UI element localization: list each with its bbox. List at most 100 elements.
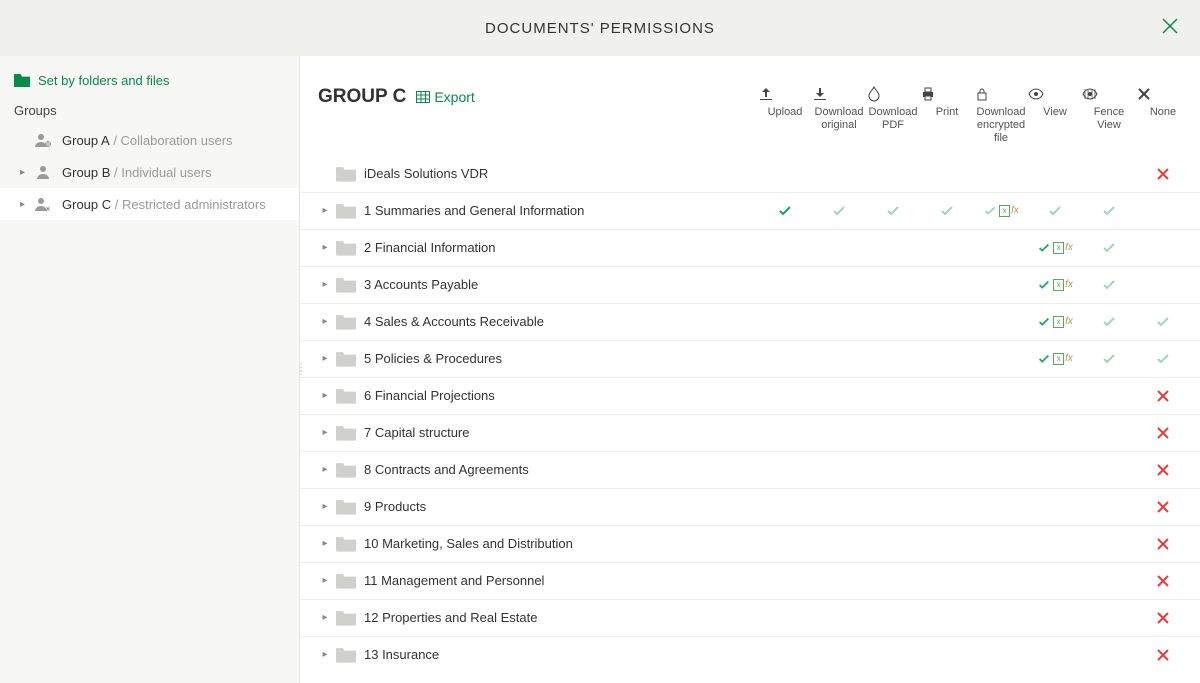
- perm-cell[interactable]: [812, 304, 866, 340]
- perm-cell[interactable]: [866, 489, 920, 525]
- perm-column-header-download_encrypted[interactable]: Downloadencrypted file: [974, 86, 1028, 146]
- expand-icon[interactable]: ▸: [318, 279, 332, 290]
- perm-column-header-fence_view[interactable]: FenceView: [1082, 86, 1136, 146]
- perm-cell[interactable]: [974, 600, 1028, 636]
- perm-cell[interactable]: [812, 230, 866, 266]
- perm-cell[interactable]: [974, 563, 1028, 599]
- perm-column-header-download_original[interactable]: Downloadoriginal: [812, 86, 866, 146]
- perm-cell[interactable]: [866, 267, 920, 303]
- perm-cell[interactable]: [758, 489, 812, 525]
- perm-cell[interactable]: [1136, 230, 1190, 266]
- perm-cell[interactable]: [866, 378, 920, 414]
- sidebar-group-item[interactable]: ▸Group B / Individual users: [0, 156, 299, 188]
- folder-row[interactable]: ▸5 Policies & Proceduresxfx: [300, 340, 1200, 377]
- folder-row[interactable]: ▸8 Contracts and Agreements: [300, 451, 1200, 488]
- perm-cell[interactable]: [1082, 304, 1136, 340]
- perm-column-header-none[interactable]: None: [1136, 86, 1190, 146]
- expand-icon[interactable]: ▸: [20, 199, 30, 210]
- perm-cell[interactable]: [920, 637, 974, 673]
- perm-cell[interactable]: [974, 341, 1028, 377]
- perm-cell[interactable]: [974, 489, 1028, 525]
- perm-cell[interactable]: [974, 526, 1028, 562]
- folder-row[interactable]: ▸6 Financial Projections: [300, 377, 1200, 414]
- sidebar-group-item[interactable]: ▸Group C / Restricted administrators: [0, 188, 299, 220]
- expand-icon[interactable]: ▸: [318, 316, 332, 327]
- perm-cell[interactable]: [812, 341, 866, 377]
- folder-row[interactable]: ▸3 Accounts Payablexfx: [300, 266, 1200, 303]
- perm-cell[interactable]: [812, 267, 866, 303]
- folder-row[interactable]: ▸11 Management and Personnel: [300, 562, 1200, 599]
- perm-cell[interactable]: [1136, 304, 1190, 340]
- perm-cell[interactable]: [758, 304, 812, 340]
- expand-icon[interactable]: ▸: [318, 205, 332, 216]
- perm-cell[interactable]: [974, 267, 1028, 303]
- perm-cell[interactable]: [1136, 415, 1190, 451]
- perm-cell[interactable]: [974, 378, 1028, 414]
- perm-cell[interactable]: [1136, 526, 1190, 562]
- perm-cell[interactable]: [812, 156, 866, 192]
- perm-cell[interactable]: [974, 304, 1028, 340]
- perm-cell[interactable]: [1082, 267, 1136, 303]
- close-icon[interactable]: [1158, 14, 1182, 38]
- perm-cell[interactable]: [866, 600, 920, 636]
- perm-cell[interactable]: [1082, 563, 1136, 599]
- folder-row[interactable]: ▸9 Products: [300, 488, 1200, 525]
- perm-cell[interactable]: [974, 415, 1028, 451]
- perm-cell[interactable]: [866, 230, 920, 266]
- perm-cell[interactable]: [1028, 637, 1082, 673]
- folder-row[interactable]: ▸13 Insurance: [300, 636, 1200, 673]
- perm-cell[interactable]: [812, 637, 866, 673]
- perm-column-header-print[interactable]: Print: [920, 86, 974, 146]
- perm-cell[interactable]: [1082, 415, 1136, 451]
- perm-cell[interactable]: [1028, 193, 1082, 229]
- perm-cell[interactable]: [866, 304, 920, 340]
- set-by-folders-link[interactable]: Set by folders and files: [0, 66, 299, 95]
- perm-cell[interactable]: [1082, 378, 1136, 414]
- perm-cell[interactable]: [1028, 489, 1082, 525]
- perm-cell[interactable]: [1136, 341, 1190, 377]
- perm-cell[interactable]: [758, 637, 812, 673]
- folder-row[interactable]: ▸1 Summaries and General Informationxfx: [300, 192, 1200, 229]
- perm-cell[interactable]: [758, 563, 812, 599]
- sidebar-group-item[interactable]: Group A / Collaboration users: [0, 124, 299, 156]
- perm-cell[interactable]: [758, 267, 812, 303]
- perm-cell[interactable]: [758, 341, 812, 377]
- resize-handle-icon[interactable]: ⋮⋮: [300, 366, 305, 374]
- perm-cell[interactable]: xfx: [1028, 341, 1082, 377]
- perm-cell[interactable]: [1028, 526, 1082, 562]
- perm-cell[interactable]: [866, 415, 920, 451]
- folder-row[interactable]: ▸4 Sales & Accounts Receivablexfx: [300, 303, 1200, 340]
- expand-icon[interactable]: ▸: [20, 167, 30, 178]
- perm-cell[interactable]: [920, 341, 974, 377]
- perm-cell[interactable]: xfx: [1028, 230, 1082, 266]
- perm-cell[interactable]: [920, 267, 974, 303]
- perm-cell[interactable]: [866, 637, 920, 673]
- perm-cell[interactable]: [920, 489, 974, 525]
- expand-icon[interactable]: ▸: [318, 464, 332, 475]
- expand-icon[interactable]: ▸: [318, 501, 332, 512]
- perm-cell[interactable]: [920, 156, 974, 192]
- folder-row[interactable]: ▸7 Capital structure: [300, 414, 1200, 451]
- perm-cell[interactable]: [812, 378, 866, 414]
- folder-row[interactable]: iDeals Solutions VDR: [300, 156, 1200, 192]
- perm-cell[interactable]: [866, 452, 920, 488]
- perm-cell[interactable]: [920, 563, 974, 599]
- perm-cell[interactable]: [920, 378, 974, 414]
- perm-cell[interactable]: [866, 526, 920, 562]
- perm-cell[interactable]: [758, 415, 812, 451]
- perm-cell[interactable]: [1136, 193, 1190, 229]
- perm-cell[interactable]: [1082, 489, 1136, 525]
- perm-cell[interactable]: [1136, 600, 1190, 636]
- perm-column-header-download_pdf[interactable]: DownloadPDF: [866, 86, 920, 146]
- perm-cell[interactable]: [920, 415, 974, 451]
- perm-cell[interactable]: [1082, 230, 1136, 266]
- perm-cell[interactable]: [758, 526, 812, 562]
- expand-icon[interactable]: ▸: [318, 390, 332, 401]
- perm-cell[interactable]: [812, 600, 866, 636]
- perm-cell[interactable]: [812, 489, 866, 525]
- perm-cell[interactable]: [1136, 378, 1190, 414]
- folder-row[interactable]: ▸2 Financial Informationxfx: [300, 229, 1200, 266]
- perm-cell[interactable]: [920, 230, 974, 266]
- perm-column-header-view[interactable]: View: [1028, 86, 1082, 146]
- perm-cell[interactable]: [1136, 452, 1190, 488]
